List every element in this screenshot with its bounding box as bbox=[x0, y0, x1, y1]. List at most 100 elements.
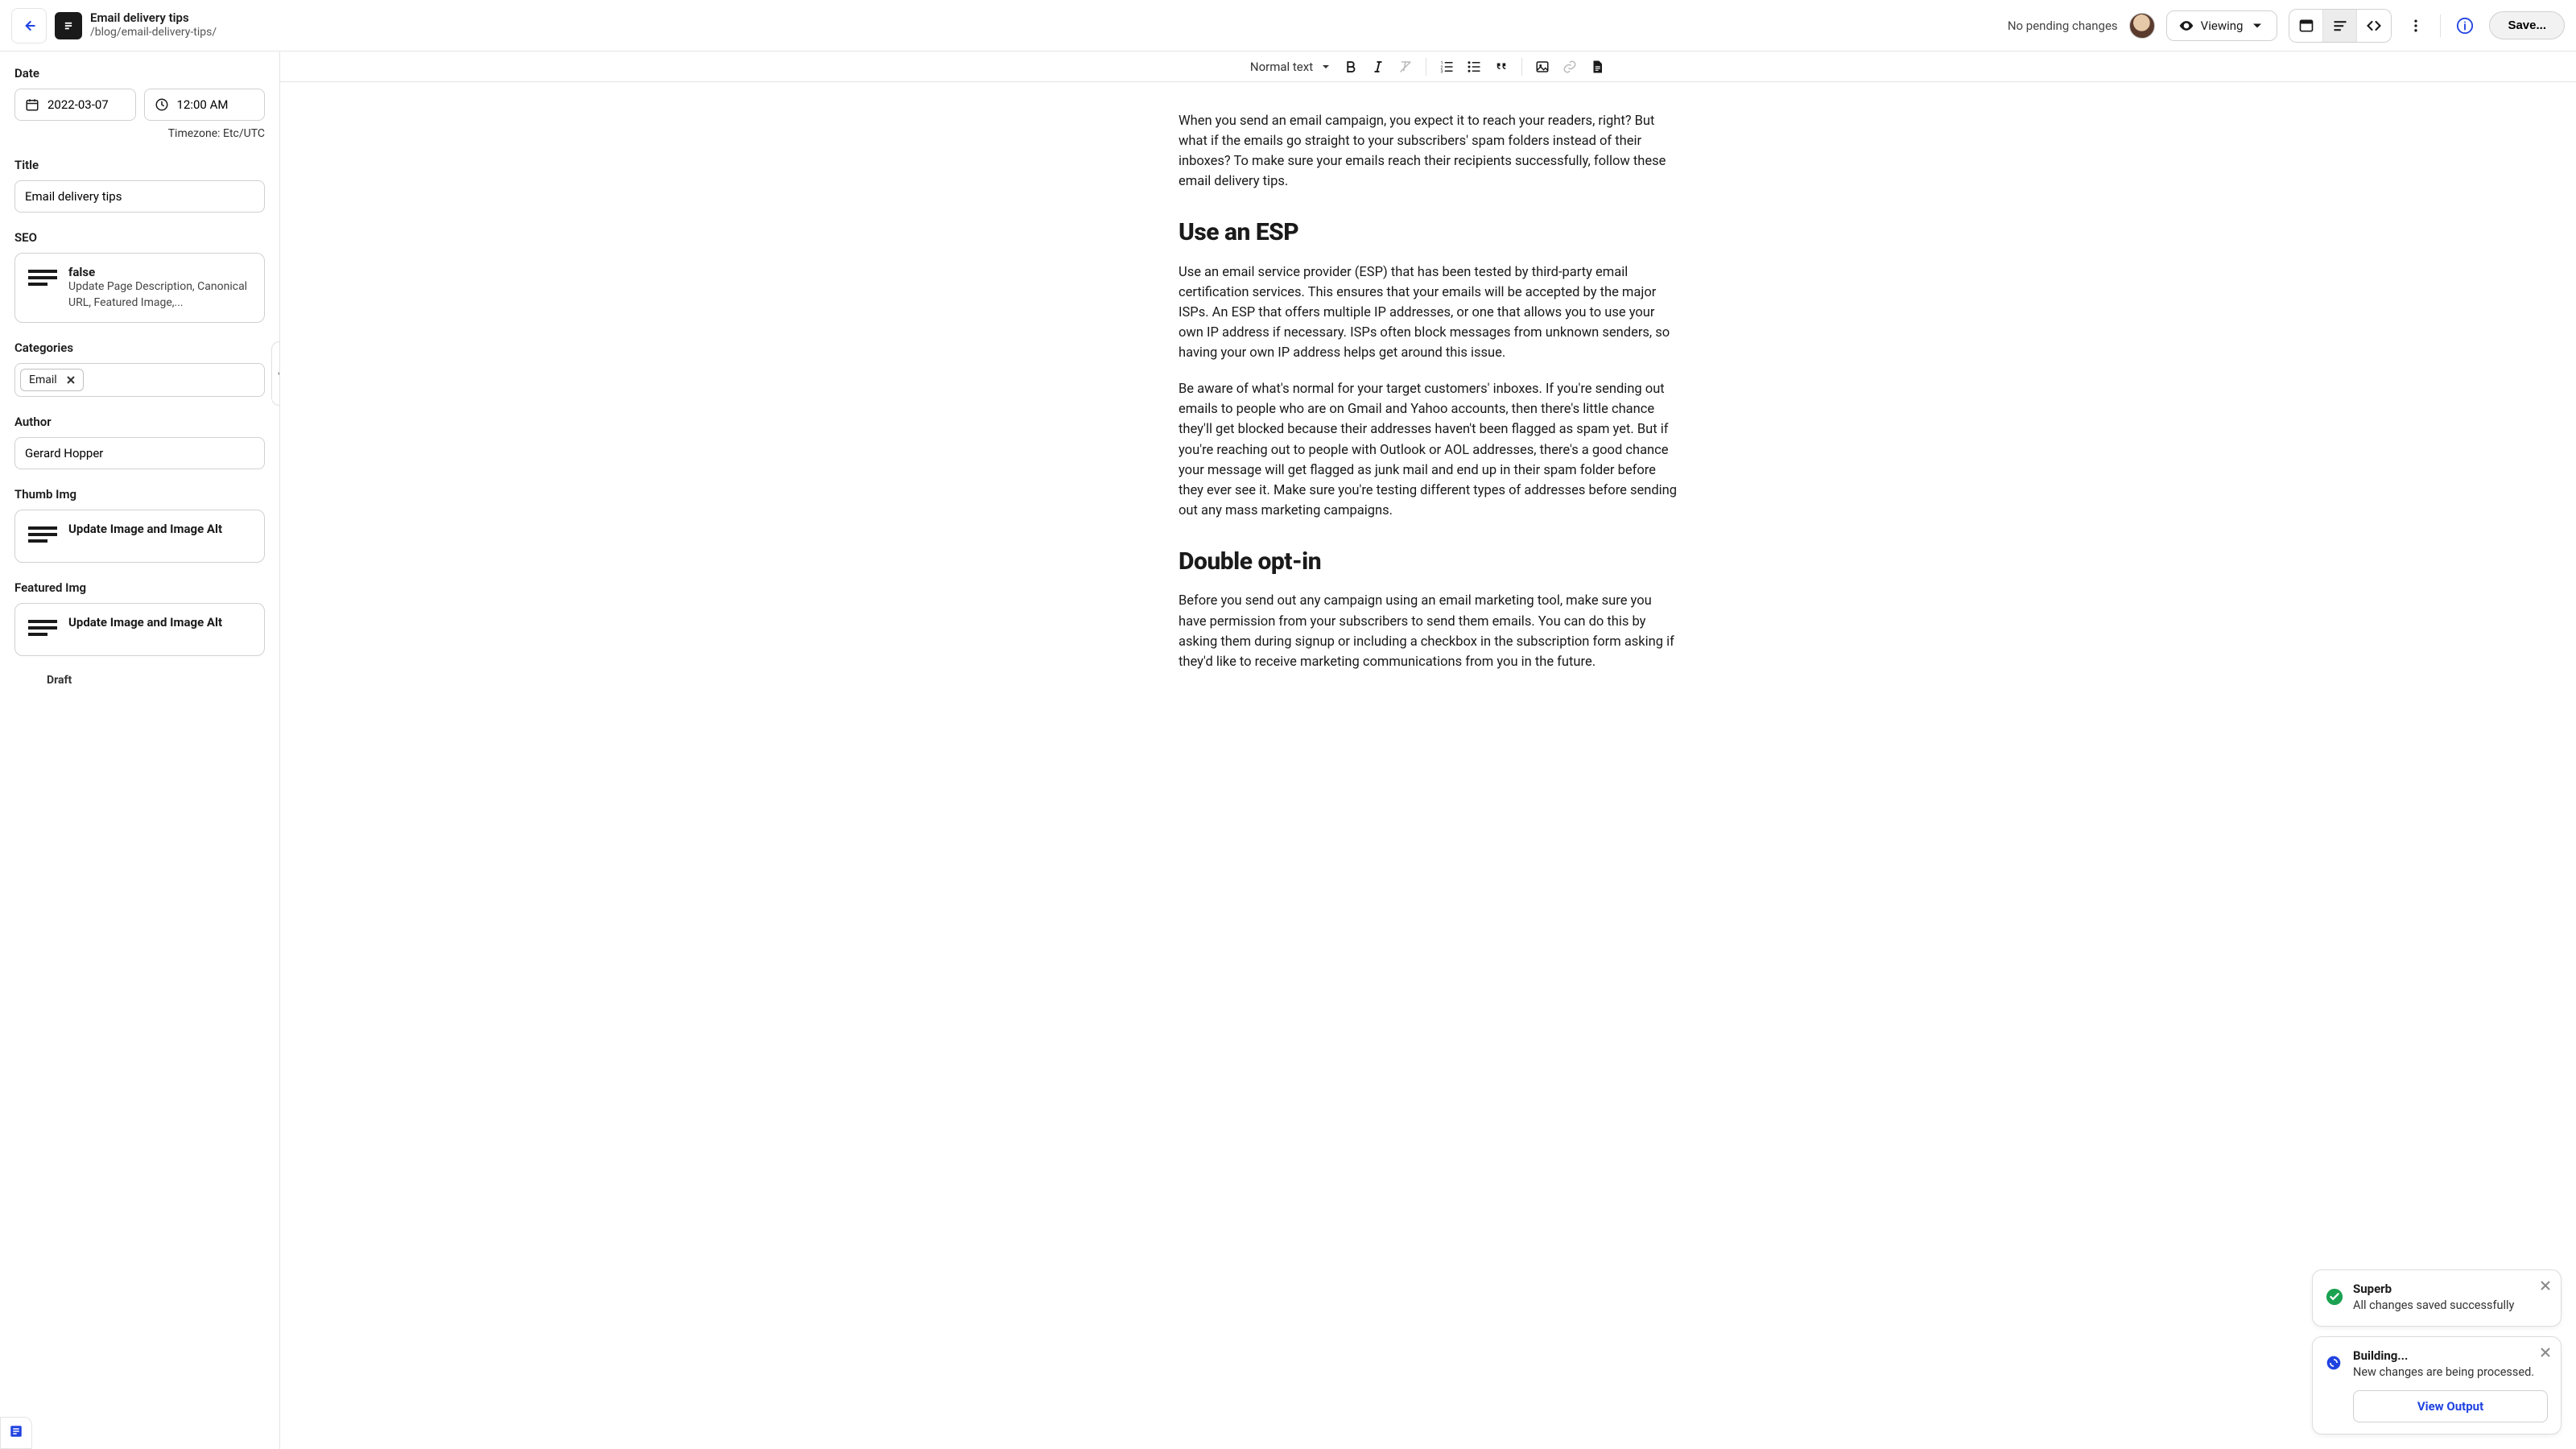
author-label: Author bbox=[14, 415, 265, 429]
thumb-card[interactable]: Update Image and Image Alt bbox=[14, 510, 265, 563]
field-date: Date Timezone: Etc/UTC bbox=[14, 66, 265, 140]
book-icon bbox=[9, 1424, 23, 1439]
text-style-label: Normal text bbox=[1250, 60, 1313, 74]
field-seo: SEO false Update Page Description, Canon… bbox=[14, 230, 265, 323]
user-avatar[interactable] bbox=[2129, 13, 2155, 39]
text-lines-icon bbox=[28, 265, 57, 294]
unordered-list-button[interactable] bbox=[1465, 58, 1483, 76]
tag-label: Email bbox=[29, 374, 57, 386]
clock-icon bbox=[155, 97, 169, 112]
featured-card-title: Update Image and Image Alt bbox=[68, 615, 222, 630]
svg-text:3: 3 bbox=[1441, 69, 1443, 74]
seo-card[interactable]: false Update Page Description, Canonical… bbox=[14, 253, 265, 323]
heading[interactable]: Use an ESP bbox=[1179, 214, 1678, 251]
close-icon bbox=[2540, 1280, 2551, 1291]
view-mode-label: Viewing bbox=[2201, 19, 2244, 33]
code-icon bbox=[2366, 18, 2382, 34]
document-icon bbox=[1590, 60, 1604, 74]
date-input[interactable] bbox=[47, 97, 126, 112]
paragraph[interactable]: Be aware of what's normal for your targe… bbox=[1179, 379, 1678, 521]
close-icon bbox=[2540, 1347, 2551, 1358]
view-mode-dropdown[interactable]: Viewing bbox=[2166, 10, 2278, 41]
tag-remove-button[interactable] bbox=[64, 373, 78, 387]
toast-message: All changes saved successfully bbox=[2353, 1298, 2548, 1314]
success-icon bbox=[2326, 1288, 2343, 1306]
sidebar-collapse-handle[interactable] bbox=[271, 341, 280, 406]
paragraph[interactable]: Use an email service provider (ESP) that… bbox=[1179, 262, 1678, 363]
date-input-wrap[interactable] bbox=[14, 89, 136, 121]
toast-close-button[interactable] bbox=[2538, 1278, 2553, 1293]
toolbar-divider bbox=[1521, 58, 1522, 76]
pending-status: No pending changes bbox=[2008, 19, 2118, 33]
save-button[interactable]: Save... bbox=[2489, 11, 2565, 39]
text-lines-icon bbox=[28, 522, 57, 551]
sidebar: Date Timezone: Etc/UTC Title SEO bbox=[0, 52, 280, 1449]
editor: Normal text 123 When y bbox=[280, 52, 2576, 1449]
info-button[interactable] bbox=[2452, 13, 2478, 39]
quote-icon bbox=[1494, 60, 1509, 74]
toast-success: Superb All changes saved successfully bbox=[2312, 1269, 2562, 1326]
paragraph[interactable]: When you send an email campaign, you exp… bbox=[1179, 111, 1678, 192]
bold-icon bbox=[1344, 60, 1358, 74]
category-tag: Email bbox=[20, 369, 84, 391]
toast-container: Superb All changes saved successfully Bu… bbox=[2312, 1269, 2562, 1435]
draft-peek: Draft bbox=[45, 674, 265, 687]
title-label: Title bbox=[14, 158, 265, 172]
clear-format-button[interactable] bbox=[1397, 58, 1414, 76]
title-input[interactable] bbox=[25, 189, 254, 204]
content-area[interactable]: When you send an email campaign, you exp… bbox=[280, 82, 2576, 1449]
page-slug: /blog/email-delivery-tips/ bbox=[90, 26, 217, 40]
app-header: Email delivery tips /blog/email-delivery… bbox=[0, 0, 2576, 52]
field-author: Author bbox=[14, 415, 265, 469]
ordered-list-button[interactable]: 123 bbox=[1438, 58, 1455, 76]
image-button[interactable] bbox=[1534, 58, 1551, 76]
seo-card-sub: Update Page Description, Canonical URL, … bbox=[68, 279, 251, 311]
author-input-wrap[interactable] bbox=[14, 437, 265, 469]
toast-close-button[interactable] bbox=[2538, 1345, 2553, 1360]
unordered-list-icon bbox=[1467, 60, 1481, 74]
seo-card-body: false Update Page Description, Canonical… bbox=[68, 265, 251, 311]
building-icon bbox=[2326, 1355, 2343, 1373]
editor-view-segment bbox=[2289, 9, 2392, 43]
back-button[interactable] bbox=[11, 8, 47, 43]
bold-button[interactable] bbox=[1342, 58, 1360, 76]
categories-input[interactable]: Email bbox=[14, 363, 265, 397]
time-input-wrap[interactable] bbox=[144, 89, 266, 121]
seo-card-title: false bbox=[68, 265, 251, 279]
content-body[interactable]: When you send an email campaign, you exp… bbox=[1179, 111, 1678, 1352]
header-divider bbox=[2440, 14, 2441, 37]
more-menu-button[interactable] bbox=[2403, 13, 2429, 39]
title-input-wrap[interactable] bbox=[14, 180, 265, 213]
page-title: Email delivery tips bbox=[90, 10, 217, 26]
header-actions: No pending changes Viewing Save... bbox=[2008, 9, 2565, 43]
image-icon bbox=[1535, 60, 1550, 74]
chevron-down-icon bbox=[1321, 62, 1331, 72]
seg-editor[interactable] bbox=[2323, 10, 2357, 42]
quote-button[interactable] bbox=[1492, 58, 1510, 76]
seg-code[interactable] bbox=[2357, 10, 2391, 42]
text-style-dropdown[interactable]: Normal text bbox=[1250, 60, 1331, 74]
italic-button[interactable] bbox=[1369, 58, 1387, 76]
field-featured: Featured Img Update Image and Image Alt bbox=[14, 580, 265, 656]
field-categories: Categories Email bbox=[14, 341, 265, 397]
featured-card[interactable]: Update Image and Image Alt bbox=[14, 603, 265, 656]
eye-icon bbox=[2178, 18, 2194, 34]
heading[interactable]: Double opt-in bbox=[1179, 543, 1678, 580]
thumb-label: Thumb Img bbox=[14, 487, 265, 502]
arrow-left-icon bbox=[21, 18, 37, 34]
toast-building: Building... New changes are being proces… bbox=[2312, 1336, 2562, 1435]
link-icon bbox=[1563, 60, 1577, 74]
author-input[interactable] bbox=[25, 446, 254, 460]
time-input[interactable] bbox=[177, 97, 255, 112]
bottom-left-pin[interactable] bbox=[0, 1417, 32, 1449]
paragraph[interactable]: Before you send out any campaign using a… bbox=[1179, 591, 1678, 671]
title-block: Email delivery tips /blog/email-delivery… bbox=[90, 10, 217, 39]
link-button[interactable] bbox=[1561, 58, 1579, 76]
snippet-button[interactable] bbox=[1588, 58, 1606, 76]
thumb-card-title: Update Image and Image Alt bbox=[68, 522, 222, 536]
toast-action-button[interactable]: View Output bbox=[2353, 1390, 2548, 1422]
timezone-text: Timezone: Etc/UTC bbox=[14, 127, 265, 140]
text-lines-icon bbox=[28, 615, 57, 644]
toast-title: Building... bbox=[2353, 1348, 2548, 1363]
seg-preview[interactable] bbox=[2289, 10, 2323, 42]
